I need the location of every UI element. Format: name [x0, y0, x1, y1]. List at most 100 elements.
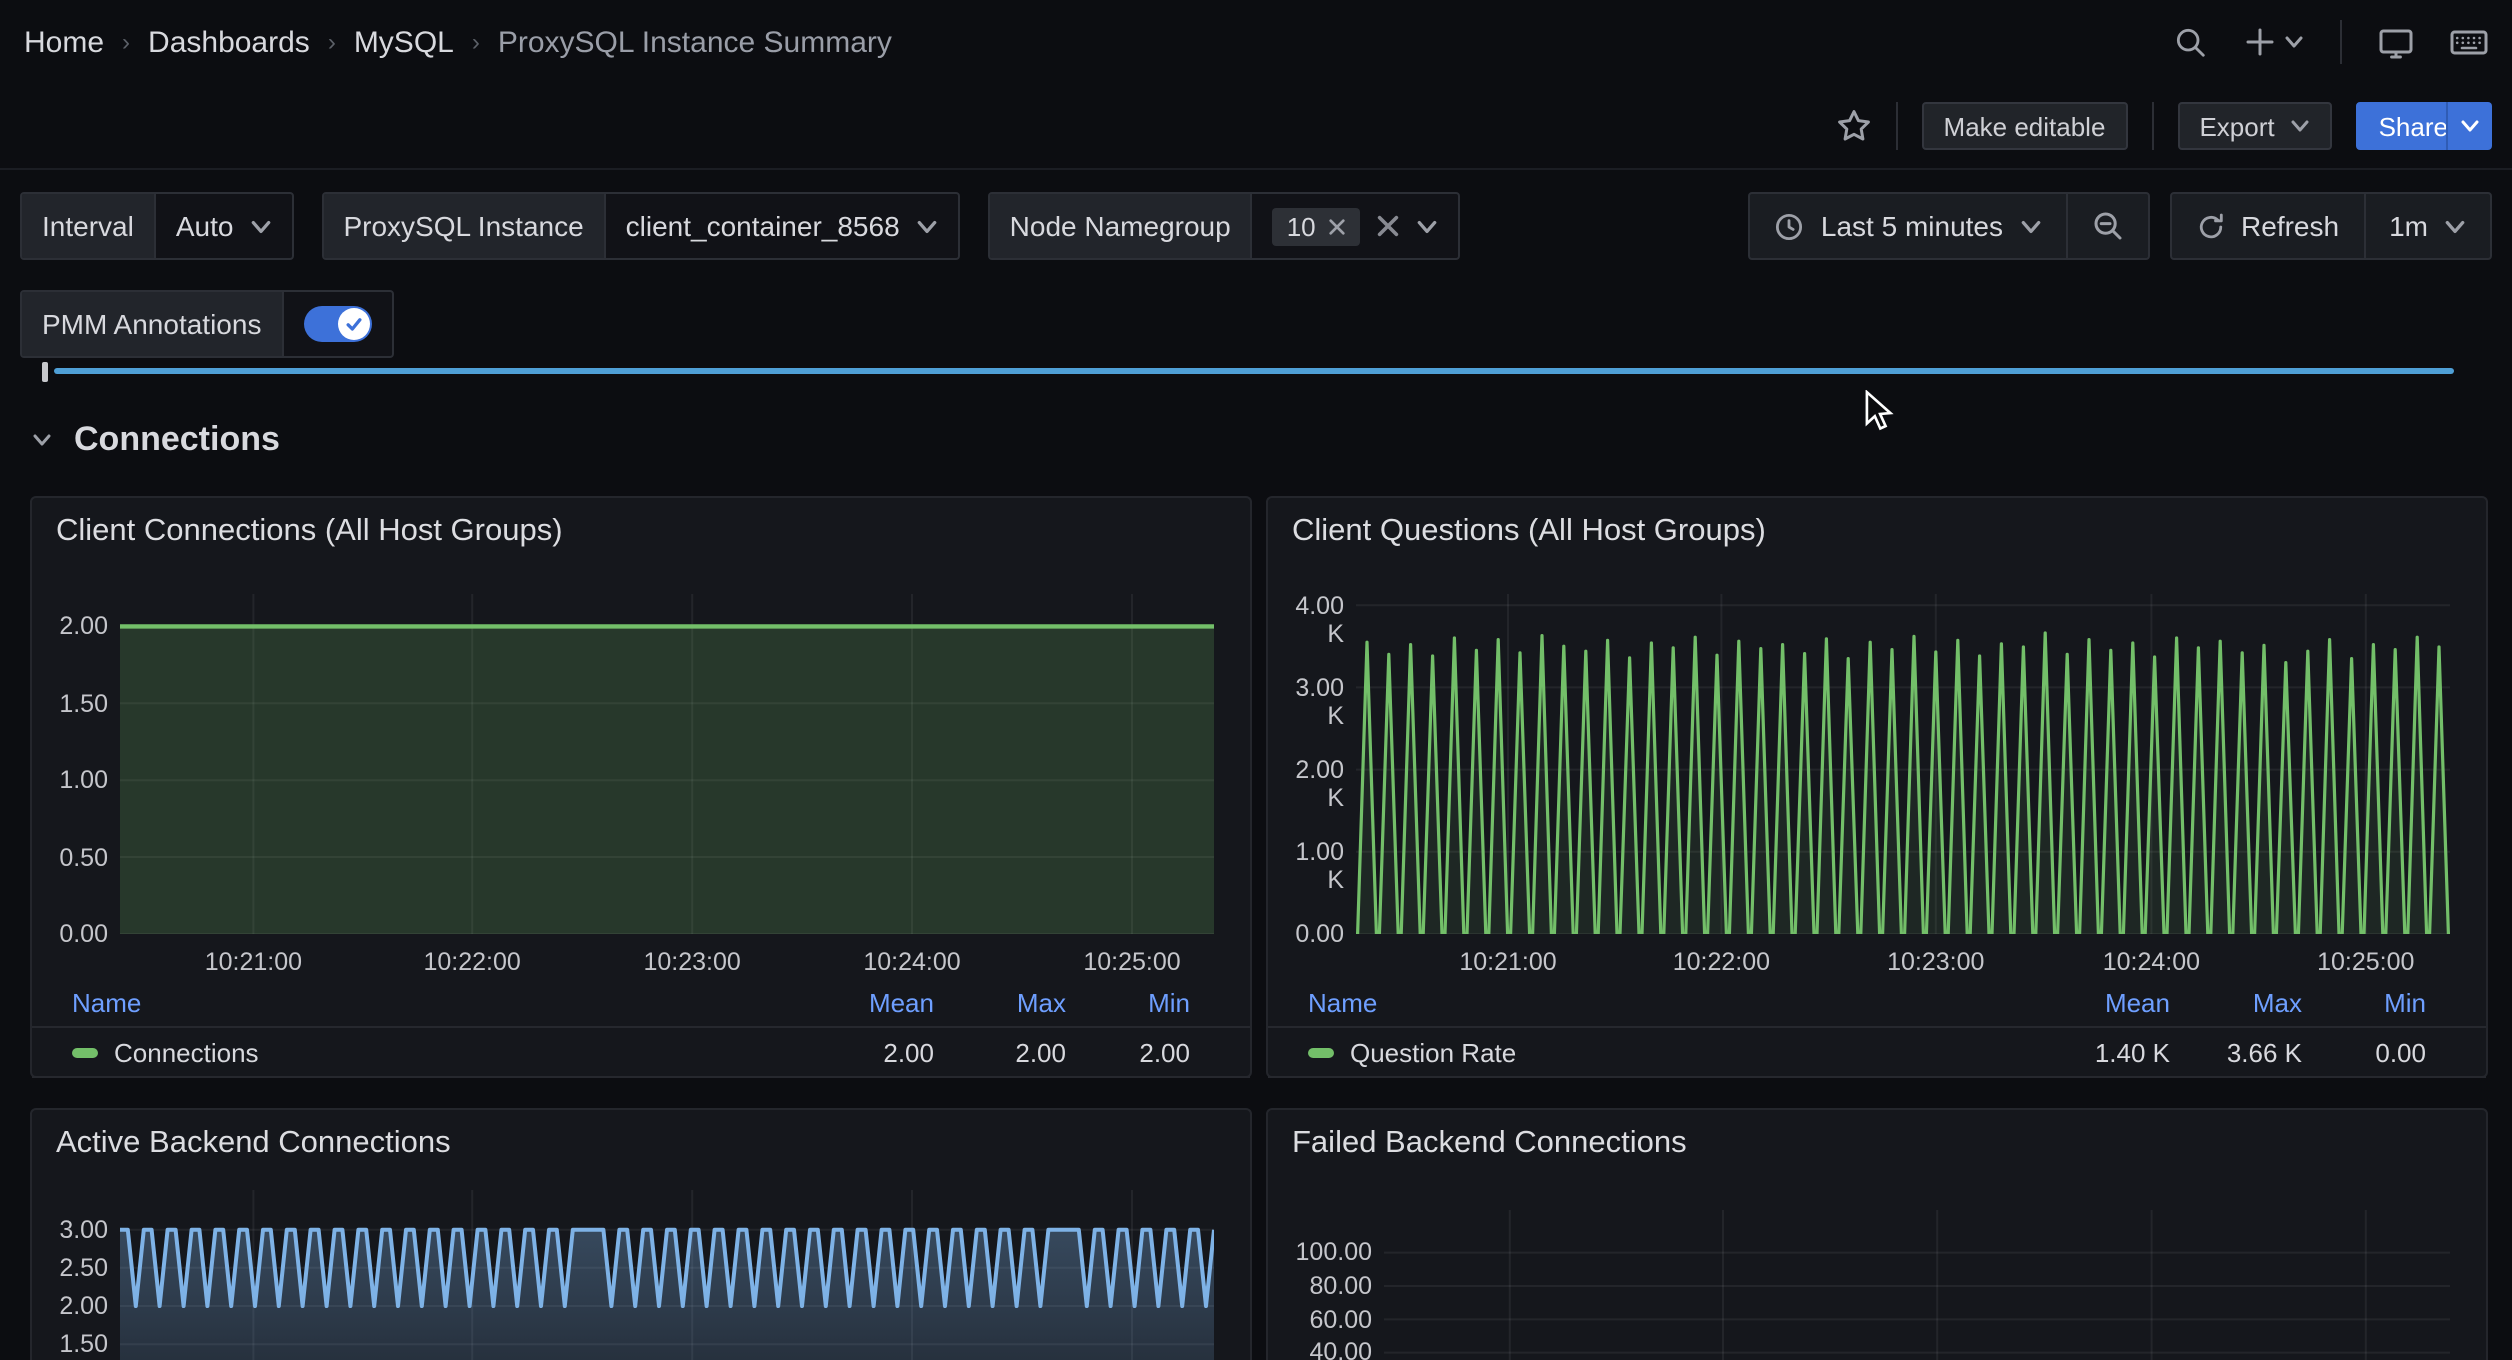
panel-title[interactable]: Client Questions (All Host Groups) — [1292, 514, 1766, 550]
chevron-down-icon — [249, 215, 271, 237]
pmm-annotations-control: PMM Annotations — [20, 290, 393, 358]
panel-failed-backend-connections: Failed Backend Connections 100.00 80.00 60… — [1266, 1108, 2488, 1360]
series-mean: 1.40 K — [2010, 1037, 2170, 1067]
chart-client-connections[interactable] — [120, 594, 1214, 934]
node-namegroup-label: Node Namegroup — [990, 194, 1253, 258]
refresh-button[interactable]: Refresh — [2171, 194, 2363, 258]
panel-title[interactable]: Failed Backend Connections — [1292, 1126, 1687, 1162]
y-axis-tick-label: 1.00 — [36, 766, 108, 794]
breadcrumb-separator-icon: › — [122, 28, 130, 56]
breadcrumb-dashboards[interactable]: Dashboards — [148, 25, 310, 59]
y-axis-tick-label: 2.50 — [36, 1254, 108, 1282]
interval-label: Interval — [22, 194, 156, 258]
refresh-interval-select[interactable]: 1m — [2365, 194, 2490, 258]
add-menu-button[interactable] — [2244, 26, 2304, 58]
interval-select[interactable]: Auto — [156, 194, 292, 258]
legend-series[interactable]: Question Rate — [1308, 1037, 2010, 1067]
top-nav-bar: Home › Dashboards › MySQL › ProxySQL Ins… — [0, 0, 2512, 84]
chart-failed-backend-connections[interactable] — [1384, 1210, 2450, 1360]
legend-col-max[interactable]: Max — [934, 987, 1066, 1017]
legend-col-name[interactable]: Name — [72, 987, 774, 1017]
y-axis-tick-label: 60.00 — [1272, 1305, 1372, 1333]
y-axis-tick-label: 3.00 K — [1272, 673, 1344, 701]
search-button[interactable] — [2174, 25, 2208, 59]
node-namegroup-variable: Node Namegroup 10 — [988, 192, 1460, 260]
breadcrumb-separator-icon: › — [328, 28, 336, 56]
chevron-down-icon — [2460, 116, 2480, 136]
kiosk-mode-button[interactable] — [2378, 25, 2414, 59]
toolbar-divider — [2151, 102, 2153, 150]
plus-icon — [2244, 26, 2276, 58]
favorite-button[interactable] — [1836, 108, 1872, 144]
time-range-picker[interactable]: Last 5 minutes — [1751, 194, 2065, 258]
row-connections[interactable]: Connections — [30, 420, 280, 460]
series-name-label: Connections — [114, 1037, 259, 1067]
node-namegroup-chip-value: 10 — [1287, 211, 1316, 241]
refresh-button-label: Refresh — [2241, 210, 2339, 242]
breadcrumb-mysql[interactable]: MySQL — [354, 25, 454, 59]
series-color-pill — [72, 1047, 98, 1057]
legend-col-min[interactable]: Min — [2302, 987, 2426, 1017]
interval-value: Auto — [176, 210, 234, 242]
share-menu-button[interactable] — [2446, 102, 2492, 150]
interval-variable: Interval Auto — [20, 192, 293, 260]
keyboard-shortcuts-button[interactable] — [2450, 26, 2488, 58]
dashboard-toolbar: Make editable Export Share — [0, 84, 2512, 170]
x-axis-tick-label: 10:21:00 — [183, 948, 323, 976]
toolbar-divider — [1896, 102, 1898, 150]
breadcrumb-home[interactable]: Home — [24, 25, 104, 59]
chevron-down-icon — [2444, 215, 2466, 237]
panel-client-questions: Client Questions (All Host Groups) Name … — [1266, 496, 2488, 1078]
series-min: 2.00 — [1066, 1037, 1190, 1067]
pmm-annotations-toggle[interactable] — [303, 306, 371, 342]
chart-client-questions[interactable] — [1356, 594, 2450, 934]
zoom-out-icon — [2091, 210, 2123, 242]
section-title: Connections — [74, 420, 280, 460]
chart-active-backend-connections[interactable] — [120, 1190, 1214, 1360]
y-axis-tick-label: 2.00 K — [1272, 756, 1344, 784]
proxysql-instance-label: ProxySQL Instance — [323, 194, 605, 258]
refresh-interval-value: 1m — [2389, 210, 2428, 242]
y-axis-tick-label: 3.00 — [36, 1216, 108, 1244]
legend-col-max[interactable]: Max — [2170, 987, 2302, 1017]
timeline-tick — [42, 362, 48, 382]
y-axis-tick-label: 4.00 K — [1272, 591, 1344, 619]
y-axis-tick-label: 80.00 — [1272, 1272, 1372, 1300]
series-mean: 2.00 — [774, 1037, 934, 1067]
series-max: 3.66 K — [2170, 1037, 2302, 1067]
legend-col-mean[interactable]: Mean — [2010, 987, 2170, 1017]
legend-series[interactable]: Connections — [72, 1037, 774, 1067]
x-axis-tick-label: 10:24:00 — [842, 948, 982, 976]
panel-title[interactable]: Active Backend Connections — [56, 1126, 451, 1162]
legend-col-name[interactable]: Name — [1308, 987, 2010, 1017]
chevron-down-icon — [30, 428, 54, 452]
make-editable-button[interactable]: Make editable — [1922, 102, 2128, 150]
proxysql-instance-value: client_container_8568 — [626, 210, 900, 242]
export-button[interactable]: Export — [2177, 102, 2332, 150]
legend-col-min[interactable]: Min — [1066, 987, 1190, 1017]
legend-col-mean[interactable]: Mean — [774, 987, 934, 1017]
y-axis-tick-label: 2.00 — [36, 612, 108, 640]
x-axis-tick-label: 10:25:00 — [1062, 948, 1202, 976]
clear-selection-button[interactable] — [1376, 214, 1400, 238]
x-axis-tick-label: 10:21:00 — [1438, 948, 1578, 976]
panel-active-backend-connections: Active Backend Connections 3.002.502.001… — [30, 1108, 1252, 1360]
node-namegroup-chip[interactable]: 10 — [1273, 207, 1360, 245]
breadcrumb-current-dashboard: ProxySQL Instance Summary — [498, 25, 892, 59]
proxysql-instance-select[interactable]: client_container_8568 — [606, 194, 958, 258]
panel-title[interactable]: Client Connections (All Host Groups) — [56, 514, 563, 550]
y-axis-tick-label: 40.00 — [1272, 1339, 1372, 1360]
x-axis-tick-label: 10:25:00 — [2296, 948, 2436, 976]
refresh-icon — [2195, 211, 2225, 241]
check-icon — [343, 314, 363, 334]
x-axis-tick-label: 10:22:00 — [402, 948, 542, 976]
zoom-out-button[interactable] — [2067, 194, 2147, 258]
grafana-app: Home › Dashboards › MySQL › ProxySQL Ins… — [0, 0, 2512, 1360]
y-axis-tick-label: 100.00 — [1272, 1239, 1372, 1267]
refresh-group: Refresh 1m — [2169, 192, 2492, 260]
annotations-row: PMM Annotations — [20, 290, 393, 358]
proxysql-instance-variable: ProxySQL Instance client_container_8568 — [321, 192, 959, 260]
close-icon[interactable] — [1328, 217, 1346, 235]
export-button-label: Export — [2199, 111, 2274, 141]
node-namegroup-select[interactable]: 10 — [1253, 194, 1458, 258]
